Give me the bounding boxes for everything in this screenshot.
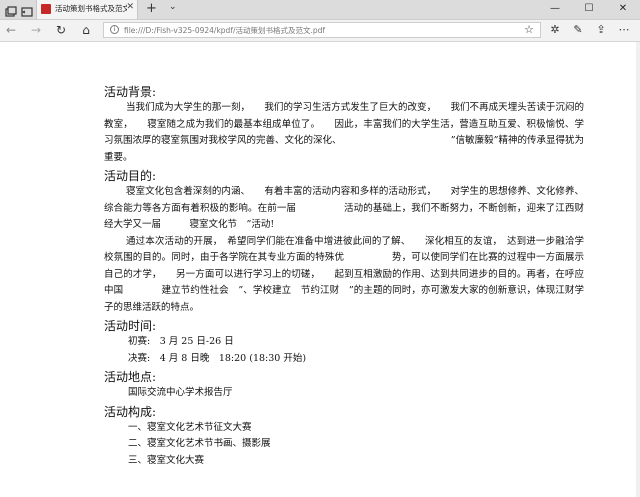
- more-icon[interactable]: ⋯: [616, 22, 632, 38]
- tab-actions-icon[interactable]: [5, 3, 17, 17]
- close-icon[interactable]: ✕: [126, 2, 134, 12]
- pen-icon[interactable]: ✎: [570, 22, 586, 38]
- section-item: 二、寝室文化艺术节书画、摄影展: [128, 438, 271, 449]
- home-icon[interactable]: ⌂: [78, 22, 94, 38]
- tab-title: 活动策划书格式及范文.p: [55, 4, 127, 13]
- pdf-icon: [41, 4, 51, 14]
- window-close-button[interactable]: ✕: [606, 0, 640, 19]
- share-icon[interactable]: ⇪: [593, 22, 609, 38]
- section-paragraph: 当我们成为大学生的那一刻， 我们的学习生活方式发生了巨大的改变， 我们不再成天埋…: [104, 102, 584, 163]
- pdf-viewer[interactable]: 活动背景: 当我们成为大学生的那一刻， 我们的学习生活方式发生了巨大的改变， 我们…: [0, 42, 640, 497]
- star-icon[interactable]: ☆: [524, 23, 534, 36]
- section-heading: 活动时间:: [104, 319, 157, 333]
- scrollbar[interactable]: [636, 42, 640, 497]
- address-url[interactable]: file:///D:/Fish-v325-0924/kpdf/活动策划书格式及范…: [124, 25, 325, 36]
- section-heading: 活动地点:: [104, 370, 157, 384]
- section-heading: 活动目的:: [104, 169, 157, 183]
- plus-icon[interactable]: +: [146, 0, 157, 17]
- section-paragraph: 通过本次活动的开展， 希望同学们能在准备中增进彼此间的了解、 深化相互的友谊， …: [104, 235, 584, 313]
- tab-set-aside-icon[interactable]: [21, 3, 33, 17]
- back-arrow-icon[interactable]: ←: [3, 22, 19, 38]
- section-item: 决赛: 4 月 8 日晚 18:20 (18:30 开始): [128, 352, 307, 364]
- maximize-button[interactable]: ☐: [572, 0, 606, 19]
- document-page: 活动背景: 当我们成为大学生的那一刻， 我们的学习生活方式发生了巨大的改变， 我们…: [104, 82, 584, 469]
- section-heading: 活动构成:: [104, 404, 157, 419]
- address-toolbar: ← → ↻ ⌂ i file:///D:/Fish-v325-0924/kpdf…: [0, 20, 640, 42]
- section-item: 初赛: 3 月 25 日-26 日: [128, 336, 234, 347]
- address-bar[interactable]: i file:///D:/Fish-v325-0924/kpdf/活动策划书格式…: [103, 22, 541, 38]
- favorites-icon[interactable]: ✲: [547, 22, 563, 38]
- tab-pdf-document[interactable]: 活动策划书格式及范文.p ✕: [36, 0, 138, 19]
- title-bar: 活动策划书格式及范文.p ✕ + ⌄ — ☐ ✕: [0, 0, 640, 20]
- section-paragraph: 寝室文化包含着深刻的内涵、 有着丰富的活动内容和多样的活动形式， 对学生的思想修…: [104, 186, 584, 230]
- chevron-down-icon[interactable]: ⌄: [169, 2, 177, 12]
- section-heading: 活动背景:: [104, 85, 157, 99]
- section-item: 国际交流中心学术报告厅: [128, 387, 233, 398]
- refresh-icon[interactable]: ↻: [53, 22, 69, 38]
- forward-arrow-icon[interactable]: →: [28, 22, 44, 38]
- info-icon[interactable]: i: [110, 25, 119, 34]
- section-item: 一、寝室文化艺术节征文大赛: [128, 421, 252, 433]
- section-item: 三、寝室文化大赛: [128, 454, 205, 466]
- minimize-button[interactable]: —: [538, 0, 572, 19]
